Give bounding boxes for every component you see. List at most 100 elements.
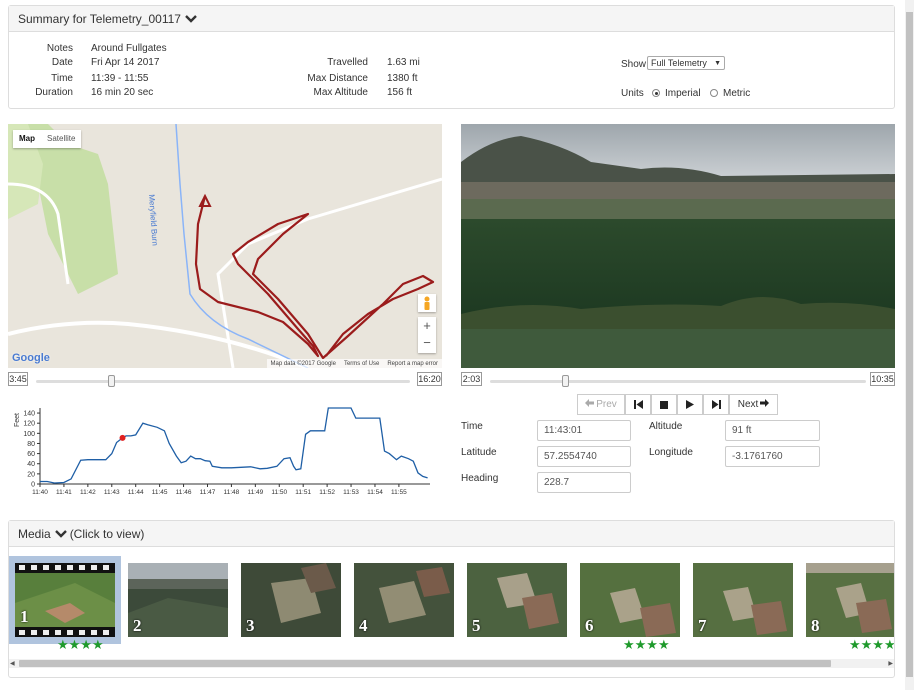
map-slider-track[interactable]: [36, 380, 410, 383]
chevron-down-icon: [54, 529, 67, 539]
x-tick-label: 11:44: [128, 489, 144, 496]
max-altitude-label: Max Altitude: [313, 87, 368, 98]
media-thumb-6[interactable]: 6: [580, 563, 680, 637]
skip-forward-icon: [711, 400, 721, 409]
time-label: Time: [51, 73, 73, 84]
tab-satellite[interactable]: Satellite: [41, 130, 81, 148]
x-tick-label: 11:55: [391, 489, 407, 496]
scroll-right-icon[interactable]: ▶: [888, 660, 893, 667]
telemetry-latitude-field[interactable]: 57.2554740: [537, 446, 631, 467]
arrow-right-icon: [760, 399, 770, 410]
photo-thumbnail: [467, 563, 567, 637]
show-select[interactable]: Full Telemetry ▼: [647, 56, 725, 70]
date-value: Fri Apr 14 2017: [91, 57, 160, 68]
video-slider-track[interactable]: [490, 380, 866, 383]
chevron-down-icon: [185, 14, 197, 24]
travelled-label: Travelled: [327, 57, 368, 68]
scroll-left-icon[interactable]: ◀: [10, 660, 15, 667]
media-thumb-2[interactable]: 2: [128, 563, 228, 637]
current-position-marker: [119, 434, 126, 441]
media-thumb-8[interactable]: 8: [806, 563, 894, 637]
metric-label: Metric: [723, 88, 751, 99]
media-thumb-5[interactable]: 5: [467, 563, 567, 637]
photo-thumbnail: [241, 563, 341, 637]
y-tick-label: 100: [23, 431, 35, 438]
video-end-time: 10:35: [870, 372, 895, 386]
telemetry-heading-field[interactable]: 228.7: [537, 472, 631, 493]
show-select-value: Full Telemetry: [651, 58, 707, 68]
zoom-control: + −: [418, 317, 436, 353]
x-tick-label: 11:48: [224, 489, 240, 496]
map-slider-thumb[interactable]: [107, 375, 115, 387]
y-tick-label: 80: [27, 441, 35, 448]
media-number: 7: [698, 616, 707, 635]
altitude-chart: 0 20 40 60 80 100 120 140 11:40 11:41 11:42 11:43 11…: [14, 407, 430, 496]
summary-title: Summary for Telemetry_00117: [18, 11, 181, 26]
telemetry-altitude-field[interactable]: 91 ft: [725, 420, 820, 441]
travelled-value: 1.63 mi: [387, 57, 420, 68]
map-data-text: Map data ©2017 Google: [270, 360, 336, 367]
media-thumb-1[interactable]: 1: [15, 563, 115, 637]
x-tick-label: 11:52: [319, 489, 335, 496]
metric-radio[interactable]: [710, 89, 718, 97]
x-tick-label: 11:51: [295, 489, 311, 496]
y-tick-label: 0: [31, 482, 35, 489]
telemetry-heading-label: Heading: [461, 473, 499, 484]
time-value: 11:39 - 11:55: [91, 73, 149, 84]
max-altitude-value: 156 ft: [387, 87, 413, 98]
video-slider-thumb[interactable]: [562, 375, 570, 387]
telemetry-time-field[interactable]: 11:43:01: [537, 420, 631, 441]
media-thumb-7[interactable]: 7: [693, 563, 793, 637]
prev-label: Prev: [596, 399, 617, 410]
map-type-toggle: Map Satellite: [13, 130, 82, 148]
show-label: Show: [621, 59, 647, 70]
media-number: 4: [359, 616, 368, 635]
media-rating-8: ★★★★: [849, 637, 894, 652]
next-button[interactable]: Next: [729, 394, 778, 415]
summary-header[interactable]: Summary for Telemetry_00117: [9, 6, 894, 32]
video-film-thumbnail: [15, 563, 115, 637]
map-end-time: 16:20: [417, 372, 442, 386]
x-tick-label: 11:49: [247, 489, 263, 496]
media-rating-1: ★★★★: [57, 637, 104, 652]
media-scrollbar[interactable]: ◀ ▶: [9, 659, 894, 668]
media-scrollbar-thumb[interactable]: [19, 660, 831, 667]
media-number: 2: [133, 616, 142, 635]
max-distance-value: 1380 ft: [387, 73, 418, 84]
tab-map[interactable]: Map: [13, 130, 41, 148]
map-attribution: Map data ©2017 Google Terms of Use Repor…: [266, 359, 442, 368]
media-hint: (Click to view): [69, 526, 145, 541]
notes-label: Notes: [46, 43, 73, 54]
stop-button[interactable]: [651, 394, 677, 415]
telemetry-longitude-field[interactable]: -3.1761760: [725, 446, 820, 467]
x-tick-label: 11:40: [32, 489, 48, 496]
media-thumb-3[interactable]: 3: [241, 563, 341, 637]
zoom-in-button[interactable]: +: [418, 317, 436, 335]
max-distance-label: Max Distance: [307, 73, 368, 84]
skip-end-button[interactable]: [703, 394, 729, 415]
zoom-out-button[interactable]: −: [418, 335, 436, 353]
video-frame[interactable]: [461, 124, 895, 368]
media-thumb-4[interactable]: 4: [354, 563, 454, 637]
media-number: 5: [472, 616, 481, 635]
pegman-icon[interactable]: [418, 294, 436, 312]
map-view[interactable]: Map Satellite Meryfield Burn + − Google …: [8, 124, 442, 368]
page-scrollbar-thumb[interactable]: [906, 12, 913, 677]
skip-start-button[interactable]: [625, 394, 651, 415]
y-tick-label: 140: [23, 411, 35, 418]
play-button[interactable]: [677, 394, 703, 415]
media-header[interactable]: Media (Click to view): [9, 521, 894, 547]
video-image: [461, 124, 895, 368]
arrow-left-icon: [585, 399, 595, 410]
media-number: 1: [20, 607, 29, 626]
report-link[interactable]: Report a map error: [387, 361, 438, 367]
x-tick-label: 11:43: [104, 489, 120, 496]
terms-link[interactable]: Terms of Use: [344, 361, 379, 367]
imperial-radio[interactable]: [652, 89, 660, 97]
y-tick-label: 120: [23, 421, 35, 428]
prev-button[interactable]: Prev: [577, 394, 625, 415]
telemetry-longitude-label: Longitude: [649, 447, 693, 458]
page-scrollbar[interactable]: [905, 0, 914, 690]
duration-label: Duration: [35, 87, 73, 98]
x-tick-label: 11:46: [176, 489, 192, 496]
